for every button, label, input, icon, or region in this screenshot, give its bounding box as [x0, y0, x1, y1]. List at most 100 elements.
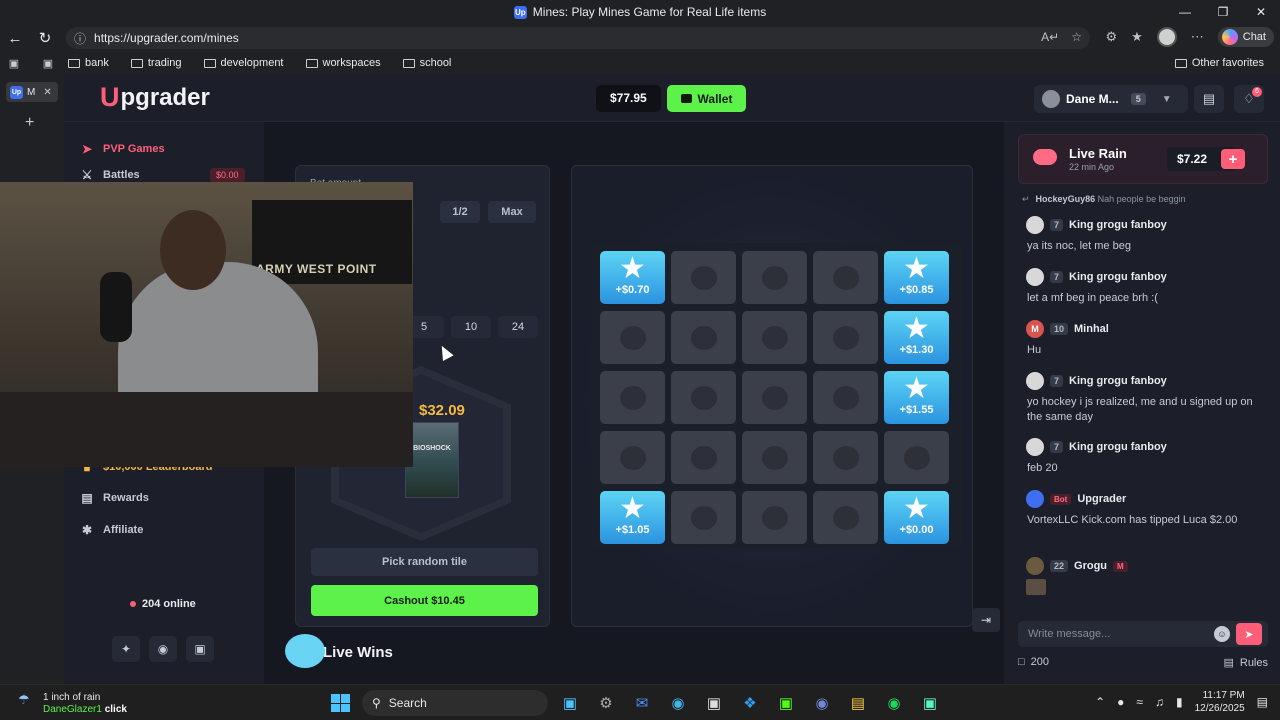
bomb-tile[interactable]	[671, 491, 736, 544]
copilot-chat-button[interactable]: Chat	[1217, 27, 1274, 47]
discord-app-icon[interactable]: ◉	[808, 689, 836, 717]
bomb-tile[interactable]	[813, 371, 878, 424]
bomb-tile[interactable]	[742, 491, 807, 544]
clock[interactable]: 11:17 PM 12/26/2025	[1195, 689, 1245, 715]
bell-icon[interactable]: ♢ 6	[1234, 85, 1264, 113]
wallet-button[interactable]: Wallet	[667, 85, 746, 112]
chat-message-input[interactable]	[1018, 621, 1208, 647]
collapse-chat-icon[interactable]: ⇥	[972, 608, 1000, 632]
bomb-tile[interactable]	[742, 371, 807, 424]
rewards-icon: ▤	[81, 491, 93, 505]
revealed-star-tile[interactable]: ★ +$0.85	[884, 251, 949, 304]
wifi-icon[interactable]: ≈	[1136, 695, 1143, 709]
bookmark-development[interactable]: development	[203, 57, 284, 69]
capcut-icon[interactable]: ▣	[700, 689, 728, 717]
other-favorites[interactable]: Other favorites	[1174, 57, 1264, 69]
taskbar-search[interactable]: ⚲ Search	[362, 690, 548, 716]
bomb-tile[interactable]	[813, 251, 878, 304]
edge-icon[interactable]: ◉	[664, 689, 692, 717]
bomb-tile[interactable]	[671, 371, 736, 424]
max-bet-button[interactable]: Max	[488, 201, 536, 223]
address-bar[interactable]: ⓘ https://upgrader.com/mines A↵ ☆	[66, 27, 1090, 49]
revealed-star-tile[interactable]: ★ +$1.05	[600, 491, 665, 544]
bomb-tile[interactable]	[884, 431, 949, 484]
vscode-icon[interactable]: ❖	[736, 689, 764, 717]
new-tab-plus-icon[interactable]: +	[25, 114, 34, 132]
reload-icon[interactable]: ↻	[30, 29, 60, 47]
bomb-tile[interactable]	[600, 431, 665, 484]
bomb-tile[interactable]	[600, 311, 665, 364]
favorites-icon[interactable]: ★	[1131, 29, 1143, 45]
twitter-icon[interactable]: ✦	[112, 636, 140, 662]
favorite-star-icon[interactable]: ☆	[1071, 30, 1082, 44]
revealed-star-tile[interactable]: ★ +$0.70	[600, 251, 665, 304]
mines-option-24[interactable]: 24	[498, 316, 538, 338]
minimize-icon[interactable]: —	[1166, 0, 1204, 24]
url-text[interactable]: https://upgrader.com/mines	[94, 31, 239, 45]
volume-icon[interactable]: ♫	[1155, 695, 1164, 709]
gift-icon[interactable]: ▤	[1194, 85, 1224, 113]
sidebar-item-pvp-games[interactable]: ➤ PVP Games	[80, 142, 165, 156]
vertical-tab-upgrader[interactable]: Up M ✕	[6, 82, 58, 102]
settings-icon[interactable]: ⚙	[592, 689, 620, 717]
discord-icon[interactable]: ◉	[149, 636, 177, 662]
bomb-tile[interactable]	[742, 251, 807, 304]
extensions-icon[interactable]: ⚙	[1105, 29, 1117, 45]
site-favicon-icon: Up	[513, 5, 527, 19]
revealed-star-tile[interactable]: ★ +$0.00	[884, 491, 949, 544]
emoji-icon[interactable]: ☺	[1214, 626, 1230, 642]
sidebar-item-rewards[interactable]: ▤ Rewards	[80, 491, 149, 505]
bookmark-workspaces[interactable]: workspaces	[305, 57, 381, 69]
outlook-icon[interactable]: ✉	[628, 689, 656, 717]
tab-actions-icon[interactable]: ▣	[0, 57, 28, 70]
restore-icon[interactable]: ❐	[1204, 0, 1242, 24]
send-icon[interactable]: ➤	[1236, 623, 1262, 645]
battery-icon[interactable]: ▮	[1176, 695, 1183, 709]
bomb-tile[interactable]	[742, 311, 807, 364]
close-window-icon[interactable]: ✕	[1242, 0, 1280, 24]
bomb-tile[interactable]	[671, 311, 736, 364]
notifications-icon[interactable]: ▤	[1257, 695, 1268, 709]
tile-amount: +$1.05	[615, 523, 650, 536]
bomb-tile[interactable]	[813, 311, 878, 364]
bookmark-bank[interactable]: bank	[68, 57, 109, 69]
bookmark-trading[interactable]: trading	[130, 57, 182, 69]
bomb-tile[interactable]	[671, 431, 736, 484]
live-wins-title: Live Wins	[323, 644, 393, 661]
microphone-icon[interactable]: ●	[1117, 695, 1124, 709]
file-explorer-icon[interactable]: ▤	[844, 689, 872, 717]
bookmark-school[interactable]: school	[402, 57, 451, 69]
collections-icon[interactable]: ▣	[28, 57, 68, 70]
bomb-tile[interactable]	[742, 431, 807, 484]
revealed-star-tile[interactable]: ★ +$1.55	[884, 371, 949, 424]
spotify-icon[interactable]: ◉	[880, 689, 908, 717]
half-bet-button[interactable]: 1/2	[440, 201, 480, 223]
mines-option-10[interactable]: 10	[451, 316, 491, 338]
revealed-star-tile[interactable]: ★ +$1.30	[884, 311, 949, 364]
cashout-button[interactable]: Cashout $10.45	[311, 585, 538, 616]
close-tab-icon[interactable]: ✕	[43, 87, 51, 98]
terminal-icon[interactable]: ▣	[916, 689, 944, 717]
back-arrow-icon[interactable]: ←	[0, 30, 30, 47]
bomb-tile[interactable]	[813, 431, 878, 484]
add-to-rain-button[interactable]: +	[1221, 149, 1245, 169]
pick-random-tile-button[interactable]: Pick random tile	[311, 548, 538, 576]
sidebar-item-affiliate[interactable]: ✱ Affiliate	[80, 523, 143, 537]
user-menu[interactable]: Dane M... 5 ▼	[1034, 85, 1188, 113]
more-menu-icon[interactable]: ⋯	[1191, 29, 1204, 45]
instagram-icon[interactable]: ▣	[186, 636, 214, 662]
upgrader-logo[interactable]: U pgrader	[100, 82, 210, 113]
bomb-tile[interactable]	[671, 251, 736, 304]
read-aloud-icon[interactable]: A↵	[1041, 30, 1059, 44]
kick-icon[interactable]: ▣	[772, 689, 800, 717]
bomb-tile[interactable]	[600, 371, 665, 424]
bomb-tile[interactable]	[813, 491, 878, 544]
rules-button[interactable]: ▤ Rules	[1223, 656, 1268, 670]
task-view-icon[interactable]: ▣	[556, 689, 584, 717]
profile-avatar[interactable]	[1156, 27, 1177, 47]
site-info-icon[interactable]: ⓘ	[74, 30, 86, 47]
star-icon: ★	[903, 311, 930, 345]
chevron-up-icon[interactable]: ⌃	[1095, 695, 1105, 709]
sidebar-item-battles[interactable]: ⚔ Battles	[80, 168, 140, 182]
windows-start-icon[interactable]	[326, 689, 354, 717]
